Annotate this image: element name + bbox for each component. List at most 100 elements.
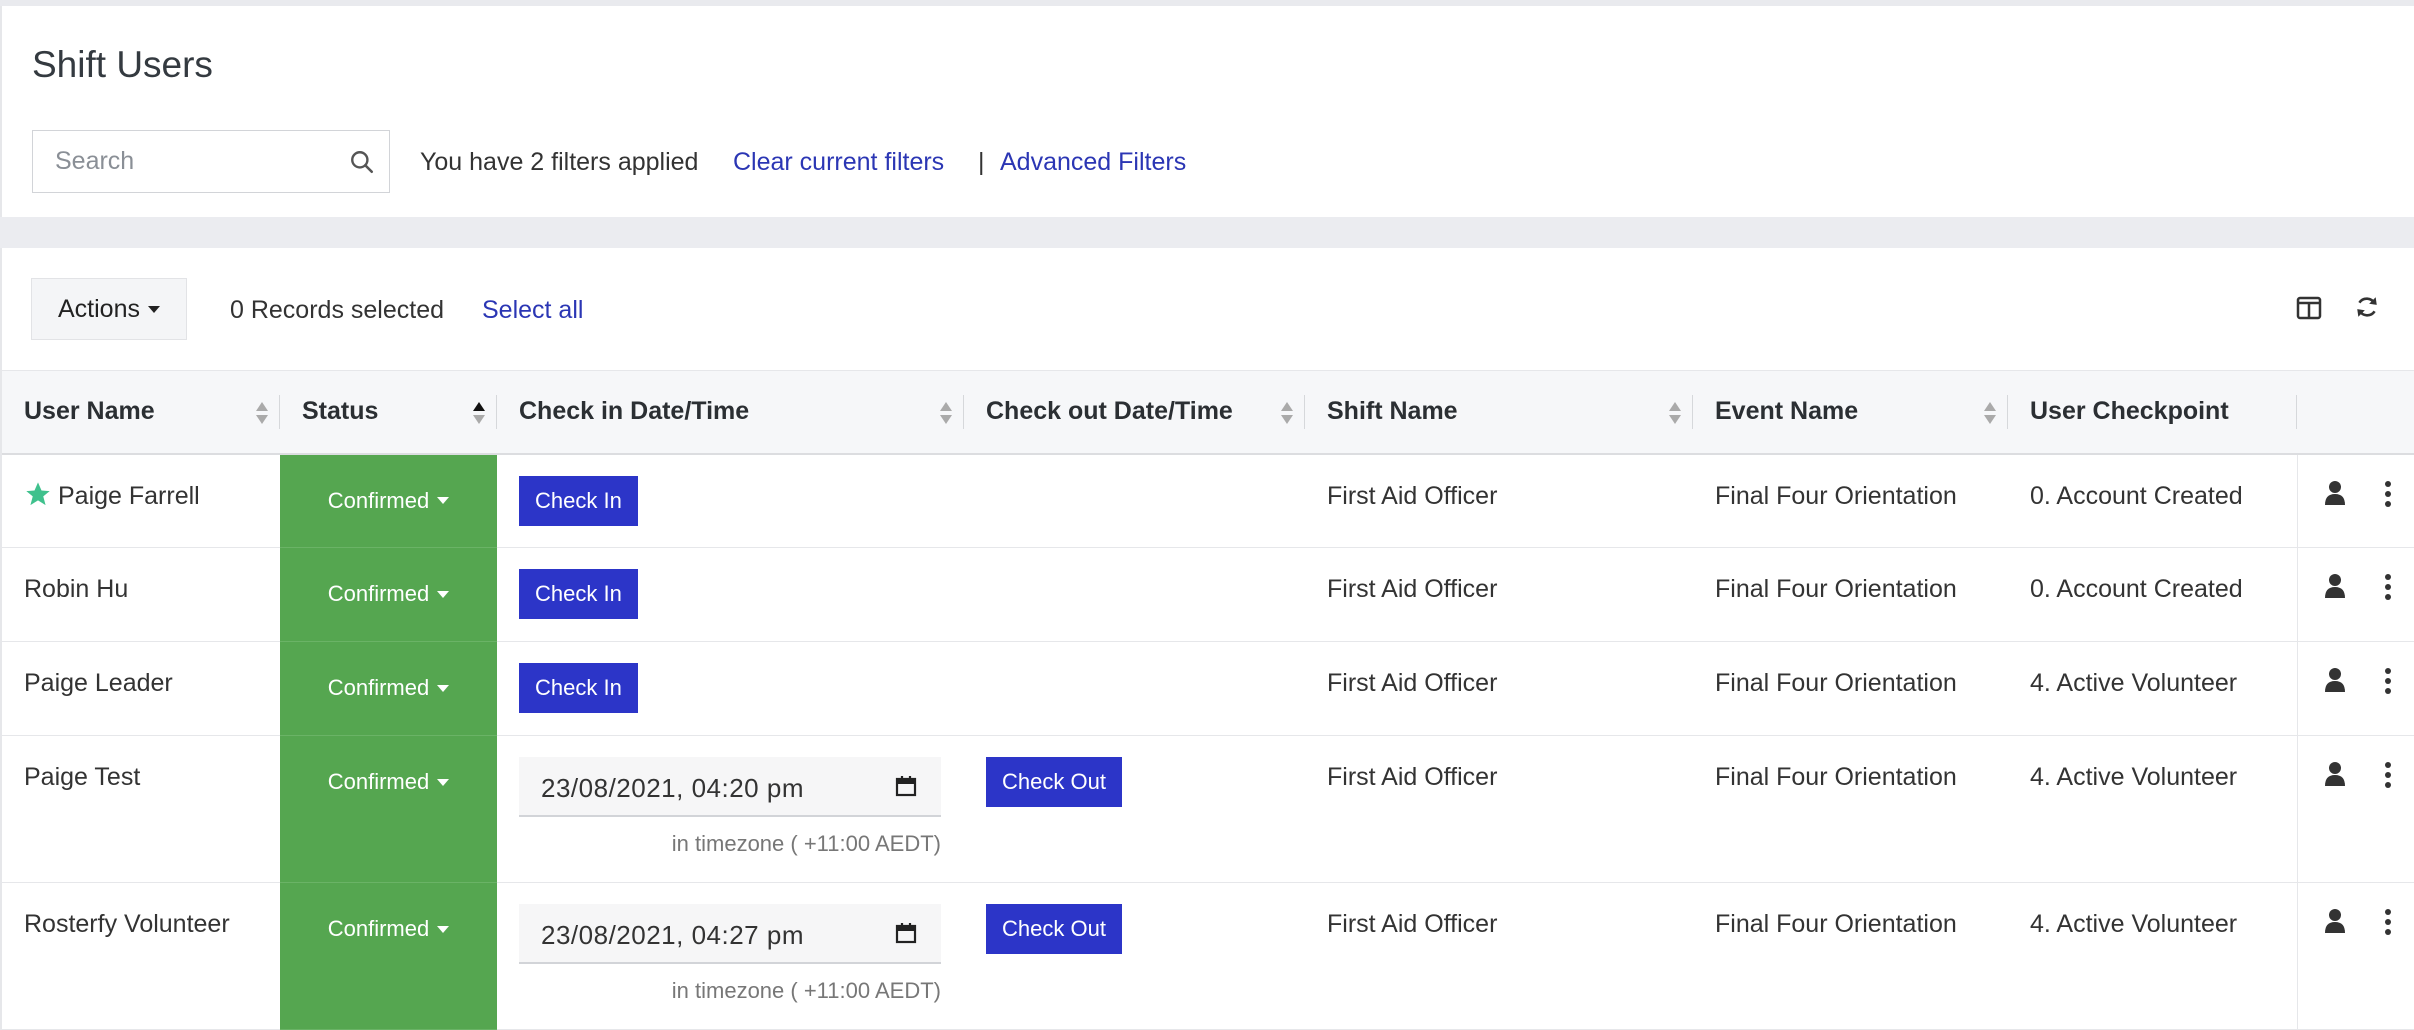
check-in-button[interactable]: Check In xyxy=(519,663,638,713)
user-name-cell: Paige Leader xyxy=(2,641,280,736)
columns-icon[interactable] xyxy=(2296,296,2322,320)
check-in-button[interactable]: Check In xyxy=(519,569,638,619)
select-all-link[interactable]: Select all xyxy=(482,296,583,325)
search-box[interactable] xyxy=(32,130,390,193)
table-row: Paige Leader Confirmed Check In First Ai… xyxy=(2,641,2414,736)
event-name-cell: Final Four Orientation xyxy=(1693,735,2008,883)
more-options-icon[interactable] xyxy=(2384,668,2392,694)
check-out-cell xyxy=(964,641,1305,736)
calendar-icon[interactable] xyxy=(895,775,917,797)
user-name-cell: Paige Farrell xyxy=(2,453,280,548)
calendar-icon[interactable] xyxy=(895,922,917,944)
records-selected-count: 0 Records selected xyxy=(230,296,445,324)
person-icon[interactable] xyxy=(2324,667,2346,693)
search-icon[interactable] xyxy=(349,149,375,175)
table-row: Paige Farrell Confirmed Check In First A… xyxy=(2,453,2414,548)
user-name[interactable]: Paige Test xyxy=(24,763,280,792)
person-icon[interactable] xyxy=(2324,761,2346,787)
user-name[interactable]: Robin Hu xyxy=(24,575,280,604)
event-name-cell: Final Four Orientation xyxy=(1693,641,2008,736)
status-dropdown[interactable]: Confirmed xyxy=(328,581,450,607)
clear-filters-link[interactable]: Clear current filters xyxy=(733,148,944,177)
column-header-status[interactable]: Status xyxy=(280,370,497,455)
check-in-cell: 23/08/2021, 04:27 pm in timezone ( +11:0… xyxy=(497,882,964,1030)
user-checkpoint-cell: 4. Active Volunteer xyxy=(2008,641,2297,736)
sort-icon xyxy=(256,402,268,424)
status-dropdown[interactable]: Confirmed xyxy=(328,675,450,701)
actions-dropdown-button[interactable]: Actions xyxy=(31,278,187,340)
filter-separator: | xyxy=(978,148,985,176)
refresh-icon[interactable] xyxy=(2354,294,2380,320)
check-out-button[interactable]: Check Out xyxy=(986,904,1122,954)
filters-applied-text: You have 2 filters applied xyxy=(420,148,699,176)
check-in-datetime-value: 23/08/2021, 04:27 pm xyxy=(541,920,804,950)
user-checkpoint-cell: 0. Account Created xyxy=(2008,547,2297,642)
row-actions-cell xyxy=(2296,641,2414,736)
column-header-shift-name[interactable]: Shift Name xyxy=(1305,370,1693,455)
status-cell: Confirmed xyxy=(280,641,497,736)
timezone-text: in timezone ( +11:00 AEDT) xyxy=(671,831,941,856)
table-row: Paige Test Confirmed 23/08/2021, 04:20 p… xyxy=(2,735,2414,883)
status-dropdown[interactable]: Confirmed xyxy=(328,488,450,514)
check-out-cell: Check Out xyxy=(964,882,1305,1030)
more-options-icon[interactable] xyxy=(2384,480,2392,507)
event-name-cell: Final Four Orientation xyxy=(1693,453,2008,548)
shift-users-table: User Name Status Check in Date/Time Chec… xyxy=(2,370,2414,1030)
row-actions-cell xyxy=(2296,547,2414,642)
status-dropdown[interactable]: Confirmed xyxy=(328,916,450,942)
user-name-cell: Rosterfy Volunteer xyxy=(2,882,280,1030)
check-in-button[interactable]: Check In xyxy=(519,475,638,526)
caret-down-icon xyxy=(437,925,450,933)
table-row: Rosterfy Volunteer Confirmed 23/08/2021,… xyxy=(2,882,2414,1030)
search-input[interactable] xyxy=(55,131,345,191)
column-header-check-out[interactable]: Check out Date/Time xyxy=(964,370,1305,455)
status-cell: Confirmed xyxy=(280,735,497,883)
check-in-cell: Check In xyxy=(497,641,964,736)
actions-label: Actions xyxy=(58,294,140,323)
check-in-datetime-input[interactable]: 23/08/2021, 04:20 pm xyxy=(519,757,941,817)
check-out-cell xyxy=(964,547,1305,642)
check-out-cell: Check Out xyxy=(964,735,1305,883)
check-out-button[interactable]: Check Out xyxy=(986,757,1122,807)
column-header-user-name[interactable]: User Name xyxy=(2,370,280,455)
event-name-cell: Final Four Orientation xyxy=(1693,882,2008,1030)
star-icon xyxy=(26,481,50,505)
more-options-icon[interactable] xyxy=(2384,762,2392,788)
filter-panel: Shift Users You have 2 filters applied C… xyxy=(0,6,2414,217)
sort-icon xyxy=(1669,402,1681,424)
more-options-icon[interactable] xyxy=(2384,574,2392,600)
user-checkpoint-cell: 0. Account Created xyxy=(2008,453,2297,548)
user-name[interactable]: Paige Leader xyxy=(24,669,280,698)
user-name[interactable]: Paige Farrell xyxy=(58,482,200,510)
person-icon[interactable] xyxy=(2324,908,2346,934)
sort-icon xyxy=(1984,402,1996,424)
check-in-datetime-input[interactable]: 23/08/2021, 04:27 pm xyxy=(519,904,941,964)
shift-name-cell: First Aid Officer xyxy=(1305,453,1693,548)
page-title: Shift Users xyxy=(32,44,213,85)
caret-down-icon xyxy=(147,305,160,313)
status-cell: Confirmed xyxy=(280,453,497,548)
column-header-check-in[interactable]: Check in Date/Time xyxy=(497,370,964,455)
caret-down-icon xyxy=(437,590,450,598)
sort-icon xyxy=(940,402,952,424)
row-actions-cell xyxy=(2296,882,2414,1030)
user-name[interactable]: Rosterfy Volunteer xyxy=(24,910,280,939)
shift-name-cell: First Aid Officer xyxy=(1305,641,1693,736)
column-header-event-name[interactable]: Event Name xyxy=(1693,370,2008,455)
user-name-cell: Robin Hu xyxy=(2,547,280,642)
person-icon[interactable] xyxy=(2324,480,2346,506)
caret-down-icon xyxy=(437,684,450,692)
table-header-row: User Name Status Check in Date/Time Chec… xyxy=(2,370,2414,455)
person-icon[interactable] xyxy=(2324,573,2346,599)
user-name-cell: Paige Test xyxy=(2,735,280,883)
check-in-cell: Check In xyxy=(497,453,964,548)
shift-name-cell: First Aid Officer xyxy=(1305,882,1693,1030)
caret-down-icon xyxy=(437,497,450,504)
event-name-cell: Final Four Orientation xyxy=(1693,547,2008,642)
check-in-datetime-value: 23/08/2021, 04:20 pm xyxy=(541,773,804,803)
status-dropdown[interactable]: Confirmed xyxy=(328,769,450,795)
advanced-filters-link[interactable]: Advanced Filters xyxy=(1000,148,1186,177)
status-cell: Confirmed xyxy=(280,882,497,1030)
row-actions-cell xyxy=(2296,735,2414,883)
more-options-icon[interactable] xyxy=(2384,909,2392,935)
